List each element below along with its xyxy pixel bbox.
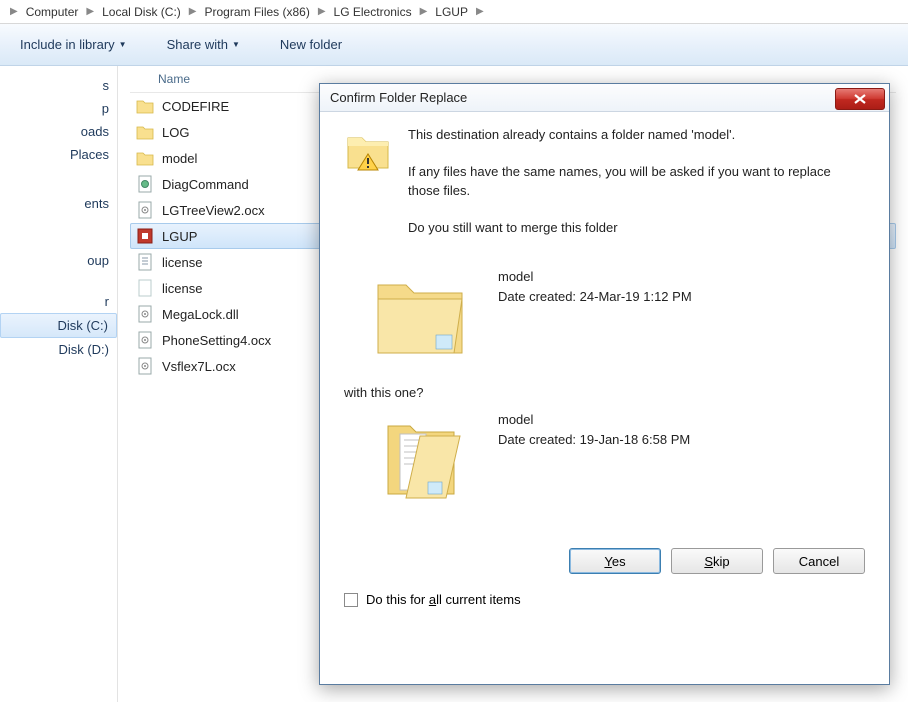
close-button[interactable] — [835, 88, 885, 110]
do-for-all-checkbox[interactable] — [344, 593, 358, 607]
sidebar-item[interactable]: r — [0, 290, 117, 313]
yes-button[interactable]: Yes — [569, 548, 661, 574]
file-name: Vsflex7L.ocx — [162, 359, 236, 374]
confirm-folder-replace-dialog: Confirm Folder Replace This destination … — [319, 83, 890, 685]
folder-icon — [136, 97, 154, 115]
dialog-message-2: If any files have the same names, you wi… — [408, 163, 865, 201]
skip-button[interactable]: Skip — [671, 548, 763, 574]
chevron-down-icon: ▼ — [232, 40, 240, 49]
chevron-right-icon: ▶ — [420, 6, 428, 17]
toolbar: Include in library ▼ Share with ▼ New fo… — [0, 24, 908, 66]
warning-folder-icon — [344, 126, 392, 174]
source-folder-block: model Date created: 19-Jan-18 6:58 PM — [370, 408, 865, 508]
toolbar-label: Share with — [167, 37, 228, 52]
file-name: CODEFIRE — [162, 99, 229, 114]
breadcrumb-item[interactable]: Program Files (x86) — [200, 3, 313, 21]
file-name: license — [162, 255, 202, 270]
dialog-titlebar[interactable]: Confirm Folder Replace — [320, 84, 889, 112]
file-name: LGUP — [162, 229, 197, 244]
sidebar-item[interactable]: p — [0, 97, 117, 120]
file-name: license — [162, 281, 202, 296]
source-folder-name: model — [498, 410, 690, 430]
file-name: MegaLock.dll — [162, 307, 239, 322]
file-cfg-icon — [136, 175, 154, 193]
folder-icon — [136, 149, 154, 167]
file-name: model — [162, 151, 197, 166]
share-with-dropdown[interactable]: Share with ▼ — [167, 37, 240, 52]
file-name: LOG — [162, 125, 189, 140]
chevron-right-icon: ▶ — [189, 6, 197, 17]
breadcrumb-item[interactable]: Computer — [22, 3, 83, 21]
file-ocx-icon — [136, 305, 154, 323]
chevron-right-icon: ▶ — [10, 6, 18, 17]
chevron-right-icon: ▶ — [318, 6, 326, 17]
file-ocx-icon — [136, 201, 154, 219]
sidebar-item[interactable]: Places — [0, 143, 117, 166]
chevron-down-icon: ▼ — [119, 40, 127, 49]
include-in-library-dropdown[interactable]: Include in library ▼ — [20, 37, 127, 52]
sidebar-item[interactable] — [0, 223, 117, 231]
sidebar-item[interactable]: oup — [0, 249, 117, 272]
dialog-message-1: This destination already contains a fold… — [408, 126, 865, 145]
cancel-button[interactable]: Cancel — [773, 548, 865, 574]
sidebar-item[interactable]: ents — [0, 192, 117, 215]
new-folder-button[interactable]: New folder — [280, 37, 342, 52]
dialog-title: Confirm Folder Replace — [330, 90, 835, 105]
toolbar-label: New folder — [280, 37, 342, 52]
folder-open-icon — [370, 408, 470, 508]
sidebar-item[interactable]: oads — [0, 120, 117, 143]
sidebar-item[interactable] — [0, 215, 117, 223]
breadcrumb-item[interactable]: LGUP — [431, 3, 472, 21]
sidebar-item-local-disk-d[interactable]: Disk (D:) — [0, 338, 117, 361]
do-for-all-label: Do this for all current items — [366, 592, 521, 607]
file-blank-icon — [136, 279, 154, 297]
close-icon — [854, 94, 866, 104]
destination-folder-date: Date created: 24-Mar-19 1:12 PM — [498, 287, 692, 307]
file-name: DiagCommand — [162, 177, 249, 192]
breadcrumb: ▶ Computer ▶ Local Disk (C:) ▶ Program F… — [0, 0, 908, 24]
source-folder-date: Date created: 19-Jan-18 6:58 PM — [498, 430, 690, 450]
breadcrumb-item[interactable]: LG Electronics — [330, 3, 416, 21]
chevron-right-icon: ▶ — [86, 6, 94, 17]
navigation-sidebar: s p oads Places ents oup r Disk (C:) Dis… — [0, 66, 118, 702]
file-exe-icon — [136, 227, 154, 245]
destination-folder-name: model — [498, 267, 692, 287]
sidebar-item-local-disk-c[interactable]: Disk (C:) — [0, 313, 117, 338]
sidebar-item[interactable] — [0, 184, 117, 192]
file-name: LGTreeView2.ocx — [162, 203, 265, 218]
file-name: PhoneSetting4.ocx — [162, 333, 271, 348]
sidebar-item[interactable]: s — [0, 74, 117, 97]
dialog-message-3: Do you still want to merge this folder — [408, 219, 865, 238]
destination-folder-block: model Date created: 24-Mar-19 1:12 PM — [370, 265, 865, 365]
file-txt-icon — [136, 253, 154, 271]
file-ocx-icon — [136, 331, 154, 349]
folder-closed-icon — [370, 265, 470, 365]
dialog-with-label: with this one? — [344, 385, 865, 400]
breadcrumb-item[interactable]: Local Disk (C:) — [98, 3, 185, 21]
folder-icon — [136, 123, 154, 141]
toolbar-label: Include in library — [20, 37, 115, 52]
file-ocx-icon — [136, 357, 154, 375]
chevron-right-icon: ▶ — [476, 6, 484, 17]
